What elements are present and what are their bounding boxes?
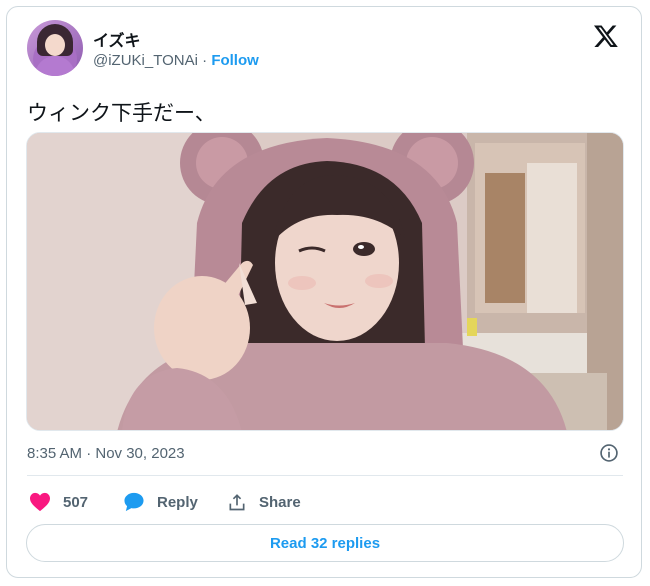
author-handle[interactable]: @iZUKi_TONAi bbox=[93, 52, 198, 69]
share-label: Share bbox=[259, 493, 301, 511]
handle-row: @iZUKi_TONAi · Follow bbox=[93, 52, 259, 69]
divider bbox=[27, 475, 623, 476]
follow-button[interactable]: Follow bbox=[211, 52, 259, 69]
avatar-face bbox=[45, 34, 65, 56]
tweet-text: ウィンク下手だー、 bbox=[27, 102, 216, 125]
avatar-body bbox=[35, 56, 75, 76]
reply-button[interactable]: Reply bbox=[123, 491, 198, 513]
info-icon[interactable] bbox=[599, 443, 619, 463]
share-button[interactable]: Share bbox=[227, 491, 301, 513]
tweet-photo[interactable] bbox=[26, 132, 624, 431]
display-name[interactable]: イズキ bbox=[93, 27, 141, 51]
share-upload-icon bbox=[229, 494, 245, 511]
tweet-card: イズキ @iZUKi_TONAi · Follow ウィンク下手だー、 8:35… bbox=[6, 6, 642, 578]
read-replies-button[interactable]: Read 32 replies bbox=[26, 524, 624, 562]
photo-illustration bbox=[27, 133, 623, 430]
tweet-timestamp[interactable]: 8:35 AM · Nov 30, 2023 bbox=[27, 445, 185, 462]
heart-icon bbox=[30, 492, 50, 512]
avatar[interactable] bbox=[27, 20, 83, 76]
like-button[interactable]: 507 bbox=[29, 491, 88, 513]
speech-bubble-icon bbox=[124, 492, 144, 512]
x-logo-icon[interactable] bbox=[593, 23, 619, 49]
reply-label: Reply bbox=[157, 493, 198, 511]
like-count: 507 bbox=[63, 493, 89, 511]
handle-separator: · bbox=[202, 52, 208, 69]
